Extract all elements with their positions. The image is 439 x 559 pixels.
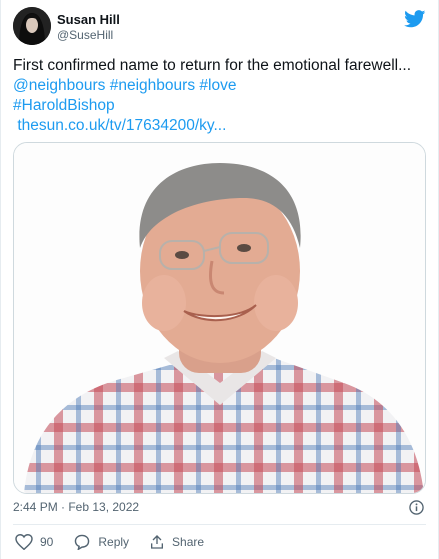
heart-icon <box>15 534 33 550</box>
article-link[interactable]: thesun.co.uk/tv/17634200/ky... <box>17 117 226 134</box>
divider <box>13 524 426 525</box>
like-button[interactable]: 90 <box>15 534 53 550</box>
tweet-body: First confirmed name to return for the e… <box>13 57 411 74</box>
action-bar: 90 Reply Share <box>15 533 224 551</box>
hashtag-neighbours[interactable]: #neighbours <box>110 77 195 94</box>
handle[interactable]: @SuseHill <box>57 28 120 43</box>
hashtag-love[interactable]: #love <box>199 77 236 94</box>
photo-illustration <box>14 143 425 493</box>
reply-bubble-icon <box>75 534 90 550</box>
like-count: 90 <box>40 535 54 549</box>
twitter-bird-icon[interactable] <box>404 10 426 28</box>
avatar[interactable] <box>13 7 51 45</box>
info-icon[interactable] <box>409 500 424 515</box>
tweet-text: First confirmed name to return for the e… <box>13 56 428 136</box>
display-name[interactable]: Susan Hill <box>57 12 120 28</box>
timestamp[interactable]: 2:44 PM · Feb 13, 2022 <box>13 500 139 514</box>
share-label: Share <box>172 535 205 549</box>
share-button[interactable]: Share <box>149 534 204 550</box>
reply-button[interactable]: Reply <box>73 534 129 550</box>
tweet-card: Susan Hill @SuseHill First confirmed nam… <box>0 0 439 559</box>
share-icon <box>151 535 164 549</box>
reply-label: Reply <box>98 535 130 549</box>
hashtag-haroldbishop[interactable]: #HaroldBishop <box>13 97 115 114</box>
tweet-header: Susan Hill @SuseHill <box>13 7 426 47</box>
author-block[interactable]: Susan Hill @SuseHill <box>57 12 120 43</box>
mention-neighbours[interactable]: @neighbours <box>13 77 105 94</box>
tweet-photo[interactable] <box>13 142 426 494</box>
